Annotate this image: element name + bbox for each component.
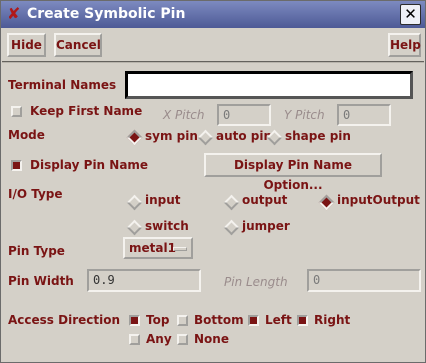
mode-auto-pin-radio[interactable]: [197, 129, 214, 146]
display-pin-name-label: Display Pin Name: [30, 158, 149, 172]
io-switch-label: switch: [145, 219, 189, 233]
x-pitch-label: X Pitch: [163, 108, 205, 122]
access-left-checkbox[interactable]: [248, 315, 259, 326]
io-jumper-radio[interactable]: [223, 219, 240, 236]
mode-auto-pin-label: auto pin: [216, 129, 273, 143]
option-menu-icon: [173, 247, 187, 251]
display-pin-name-option-button[interactable]: Display Pin Name Option...: [204, 153, 382, 192]
io-inputoutput-radio[interactable]: [318, 194, 335, 211]
pin-width-label: Pin Width: [8, 274, 74, 288]
title-bar[interactable]: ✘ Create Symbolic Pin ✕: [1, 1, 425, 28]
toolbar: Hide Cancel Help: [2, 29, 424, 63]
terminal-names-input[interactable]: [125, 71, 413, 99]
app-icon: ✘: [7, 4, 21, 23]
pin-type-menu[interactable]: metal1: [123, 237, 193, 259]
mode-sym-pin-radio[interactable]: [126, 129, 143, 146]
help-button[interactable]: Help: [388, 33, 421, 57]
io-type-label: I/O Type: [8, 187, 63, 201]
io-inputoutput-label: inputOutput: [337, 193, 420, 207]
access-any-label: Any: [146, 332, 172, 346]
access-top-label: Top: [146, 313, 170, 327]
io-input-radio[interactable]: [126, 194, 143, 211]
access-any-checkbox[interactable]: [129, 334, 140, 345]
io-output-label: output: [242, 193, 288, 207]
access-direction-label: Access Direction: [8, 313, 120, 327]
cancel-button[interactable]: Cancel: [54, 33, 102, 57]
access-none-checkbox[interactable]: [177, 334, 188, 345]
io-output-radio[interactable]: [223, 194, 240, 211]
hide-button[interactable]: Hide: [7, 33, 46, 57]
mode-shape-pin-label: shape pin: [285, 129, 351, 143]
pin-length-label: Pin Length: [224, 275, 288, 289]
access-right-checkbox[interactable]: [297, 315, 308, 326]
y-pitch-input[interactable]: 0: [337, 104, 391, 126]
terminal-names-label: Terminal Names: [8, 78, 117, 92]
keep-first-name-checkbox[interactable]: [11, 106, 22, 117]
display-pin-name-checkbox[interactable]: [11, 160, 22, 171]
pin-length-input[interactable]: 0: [307, 269, 421, 292]
pin-width-input[interactable]: 0.9: [87, 269, 201, 292]
y-pitch-label: Y Pitch: [284, 108, 325, 122]
io-jumper-label: jumper: [242, 219, 290, 233]
io-switch-radio[interactable]: [126, 219, 143, 236]
access-right-label: Right: [314, 313, 351, 327]
access-top-checkbox[interactable]: [129, 315, 140, 326]
pin-type-label: Pin Type: [8, 244, 65, 258]
keep-first-name-label: Keep First Name: [30, 104, 143, 118]
mode-sym-pin-label: sym pin: [145, 129, 198, 143]
access-bottom-label: Bottom: [194, 313, 244, 327]
create-symbolic-pin-dialog: ✘ Create Symbolic Pin ✕ Hide Cancel Help…: [0, 0, 426, 363]
close-icon: ✕: [404, 5, 417, 23]
access-none-label: None: [194, 332, 229, 346]
mode-label: Mode: [8, 128, 45, 142]
io-input-label: input: [145, 193, 181, 207]
access-left-label: Left: [265, 313, 292, 327]
close-button[interactable]: ✕: [400, 4, 421, 25]
window-title: Create Symbolic Pin: [27, 6, 186, 22]
x-pitch-input[interactable]: 0: [217, 104, 271, 126]
access-bottom-checkbox[interactable]: [177, 315, 188, 326]
pin-type-value: metal1: [129, 241, 176, 255]
